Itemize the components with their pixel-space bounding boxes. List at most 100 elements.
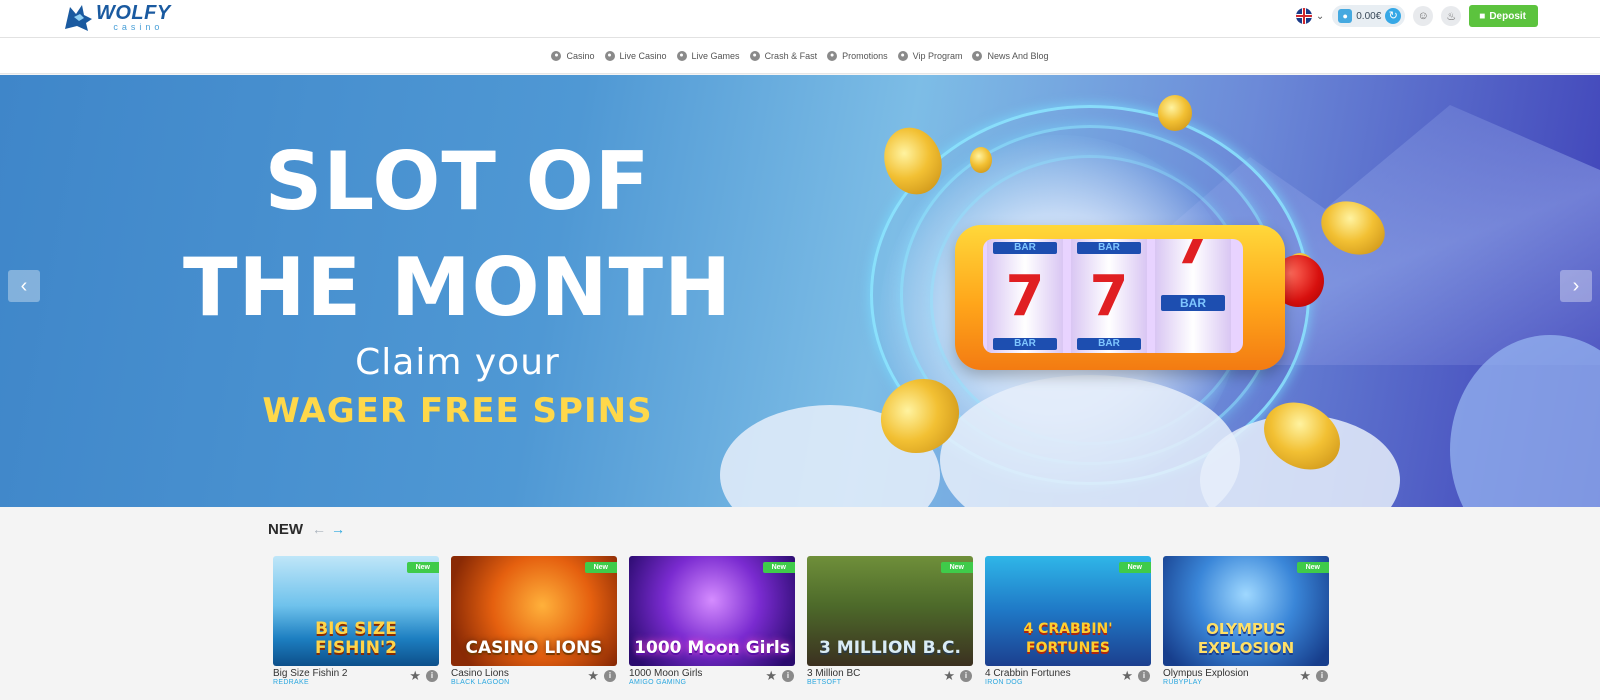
game-art-title: BIG SIZE FISHIN'2 (315, 619, 397, 658)
game-provider[interactable]: BLACK LAGOON (451, 679, 509, 686)
star-icon[interactable]: ★ (1299, 669, 1311, 682)
refresh-icon[interactable]: ↻ (1385, 8, 1402, 24)
nav-label: Promotions (842, 50, 888, 61)
info-icon[interactable]: i (1138, 670, 1150, 682)
game-thumbnail[interactable]: 1000 Moon Girls New (629, 556, 795, 666)
new-badge: New (1118, 562, 1151, 573)
nav-item-casino[interactable]: ● Casino (551, 50, 595, 61)
hero-banner[interactable]: SLOT OF THE MONTH Claim your WAGER FREE … (0, 75, 1600, 507)
slot-reel: BAR 7 BAR (1071, 239, 1147, 353)
star-icon[interactable]: ★ (1121, 669, 1133, 682)
balance-amount: 0.00€ (1356, 10, 1382, 22)
star-icon[interactable]: ★ (587, 669, 599, 682)
gift-icon: ● (827, 50, 838, 61)
banner-title-line2: THE MONTH (182, 241, 733, 334)
arrow-right-icon[interactable]: → (331, 521, 345, 537)
star-icon[interactable]: ★ (943, 669, 955, 682)
star-icon[interactable]: ★ (765, 669, 777, 682)
game-provider[interactable]: IRON DOG (985, 679, 1023, 686)
logo[interactable]: WOLFY casino (62, 0, 171, 34)
new-badge: New (940, 562, 973, 573)
deposit-label: Deposit (1489, 10, 1526, 22)
nav-label: Live Casino (619, 50, 667, 61)
reel-bar-label: BAR (1161, 295, 1225, 311)
chevron-right-icon: › (1572, 274, 1580, 297)
banner-title-line1: SLOT OF (264, 135, 651, 228)
logo-subtitle: casino (113, 21, 164, 32)
new-badge: New (762, 562, 795, 573)
banner-subtitle: Claim your (355, 342, 560, 383)
game-thumbnail[interactable]: 3 MILLION B.C. New (807, 556, 973, 666)
info-icon[interactable]: i (782, 670, 794, 682)
reel-bar-label: BAR (993, 242, 1057, 254)
game-card[interactable]: CASINO LIONS New Casino Lions BLACK LAGO… (451, 556, 617, 686)
uk-flag-icon[interactable] (1295, 8, 1312, 24)
reel-seven: 7 (1089, 264, 1129, 329)
game-thumbnail[interactable]: 4 CRABBIN' FORTUNES New (985, 556, 1151, 666)
nav-item-vip-program[interactable]: ● Vip Program (897, 50, 963, 61)
banner-next-button[interactable]: › (1560, 270, 1592, 302)
nav-item-live-games[interactable]: ● Live Games (676, 50, 740, 61)
game-provider[interactable]: RUBYPLAY (1163, 679, 1202, 686)
info-icon[interactable]: i (426, 670, 438, 682)
game-provider[interactable]: REDRAKE (273, 679, 309, 686)
nav-label: News And Blog (987, 50, 1049, 61)
nav-item-promotions[interactable]: ● Promotions (827, 50, 888, 61)
game-thumbnail[interactable]: OLYMPUS EXPLOSION New (1163, 556, 1329, 666)
slot-machine: BAR 7 BAR BAR 7 BAR 7 BAR (955, 225, 1285, 370)
new-badge: New (1296, 562, 1329, 573)
rocket-icon: ● (749, 50, 760, 61)
game-art-title: 3 MILLION B.C. (819, 638, 961, 658)
game-name: 3 Million BC (807, 668, 861, 679)
game-card[interactable]: 1000 Moon Girls New 1000 Moon Girls AMIG… (629, 556, 795, 686)
game-name: Olympus Explosion (1163, 668, 1249, 679)
game-provider[interactable]: BETSOFT (807, 679, 841, 686)
game-name: 4 Crabbin Fortunes (985, 668, 1071, 679)
coin-decoration (1158, 95, 1192, 131)
balance-widget[interactable]: ● 0.00€ ↻ (1332, 5, 1406, 27)
slot-reel: 7 BAR (1155, 239, 1231, 353)
info-icon[interactable]: i (604, 670, 616, 682)
game-thumbnail[interactable]: BIG SIZE FISHIN'2 New (273, 556, 439, 666)
section-title-new: NEW (268, 521, 303, 538)
game-name: Big Size Fishin 2 (273, 668, 348, 679)
wolf-logo-icon (65, 5, 92, 31)
bell-icon[interactable]: ♨ (1441, 6, 1462, 26)
game-card[interactable]: OLYMPUS EXPLOSION New Olympus Explosion … (1163, 556, 1329, 686)
game-card[interactable]: 4 CRABBIN' FORTUNES New 4 Crabbin Fortun… (985, 556, 1151, 686)
game-card[interactable]: BIG SIZE FISHIN'2 New Big Size Fishin 2 … (273, 556, 439, 686)
arrow-left-icon[interactable]: ← (312, 521, 326, 537)
nav-label: Casino (566, 50, 595, 61)
banner-prev-button[interactable]: ‹ (8, 270, 40, 302)
crown-icon: ● (897, 50, 908, 61)
slot-reels: BAR 7 BAR BAR 7 BAR 7 BAR (983, 239, 1243, 353)
nav-item-crash-fast[interactable]: ● Crash & Fast (749, 50, 818, 61)
logo-wordmark: WOLFY (96, 1, 171, 24)
reel-bar-label: BAR (993, 338, 1057, 350)
chevron-left-icon: ‹ (20, 274, 28, 297)
nav-label: Crash & Fast (764, 50, 818, 61)
game-provider[interactable]: AMIGO GAMING (629, 679, 686, 686)
user-icon[interactable]: ☺ (1413, 6, 1434, 26)
game-art-title: 4 CRABBIN' FORTUNES (1023, 621, 1113, 656)
live-games-icon: ● (676, 50, 687, 61)
reel-seven: 7 (1005, 264, 1045, 329)
info-icon[interactable]: i (1316, 670, 1328, 682)
chevron-down-icon[interactable]: ⌄ (1316, 11, 1324, 22)
nav-item-live-casino[interactable]: ● Live Casino (604, 50, 667, 61)
info-icon[interactable]: i (960, 670, 972, 682)
game-thumbnail[interactable]: CASINO LIONS New (451, 556, 617, 666)
reel-seven: 7 (1173, 239, 1213, 277)
deposit-button[interactable]: ■ Deposit (1469, 5, 1538, 27)
game-card[interactable]: 3 MILLION B.C. New 3 Million BC BETSOFT … (807, 556, 973, 686)
game-art-title: 1000 Moon Girls (634, 638, 790, 658)
nav-label: Vip Program (912, 50, 963, 61)
game-art-title: CASINO LIONS (465, 638, 603, 658)
slot-reel: BAR 7 BAR (987, 239, 1063, 353)
game-name: Casino Lions (451, 668, 509, 679)
banner-highlight: WAGER FREE SPINS (262, 391, 653, 431)
new-badge: New (406, 562, 439, 573)
star-icon[interactable]: ★ (409, 669, 421, 682)
header-actions: ⌄ ● 0.00€ ↻ ☺ ♨ ■ Deposit (1295, 5, 1538, 27)
nav-item-news-blog[interactable]: ● News And Blog (972, 50, 1049, 61)
